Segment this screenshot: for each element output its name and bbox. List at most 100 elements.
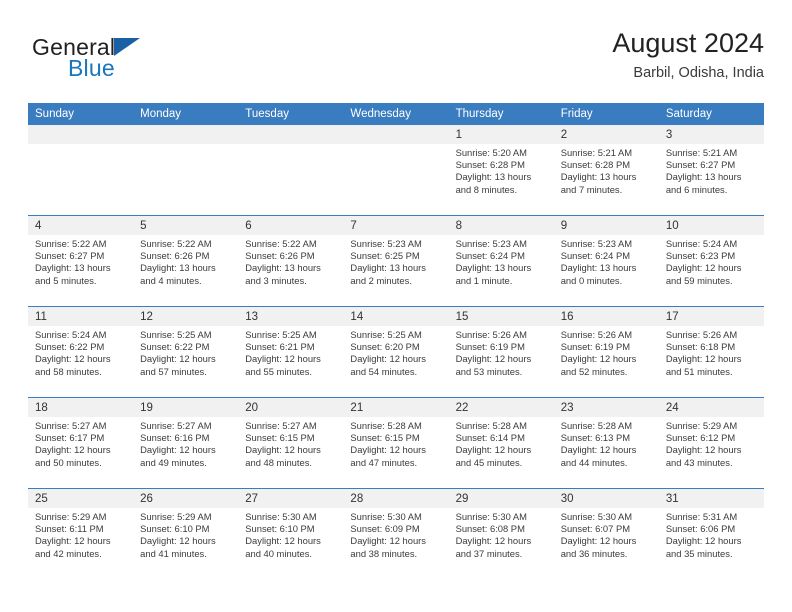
calendar-day-cell[interactable]: 7 Sunrise: 5:23 AM Sunset: 6:25 PM Daylight… (343, 215, 449, 307)
day-detail-line: Daylight: 13 hours (245, 262, 321, 274)
calendar-day-cell[interactable]: 31 Sunrise: 5:31 AM Sunset: 6:06 PM Dayligh… (658, 488, 764, 579)
day-detail-line: Sunrise: 5:26 AM (455, 329, 527, 340)
calendar-day-cell[interactable]: 30 Sunrise: 5:30 AM Sunset: 6:07 PM Dayligh… (553, 488, 659, 579)
day-number: 10 (658, 216, 764, 235)
calendar-day-cell[interactable]: 8 Sunrise: 5:23 AM Sunset: 6:24 PM Daylight… (448, 215, 554, 307)
calendar-week-row: 18 Sunrise: 5:27 AM Sunset: 6:17 PM Dayligh… (28, 397, 764, 489)
day-detail-line: Sunrise: 5:26 AM (665, 329, 738, 340)
day-number: 23 (553, 398, 659, 417)
calendar-day-cell[interactable]: 1 Sunrise: 5:20 AM Sunset: 6:28 PM Daylight… (448, 125, 554, 216)
weekday-header-friday: Friday (553, 103, 659, 125)
day-detail-line: and 41 minutes. (140, 547, 207, 559)
calendar-day-cell[interactable]: 15 Sunrise: 5:26 AM Sunset: 6:19 PM Dayligh… (448, 306, 554, 398)
calendar-day-cell[interactable]: 3 Sunrise: 5:21 AM Sunset: 6:27 PM Daylight… (658, 125, 764, 216)
day-detail-line: and 3 minutes. (245, 274, 307, 286)
day-details: Sunrise: 5:29 AM Sunset: 6:11 PM Daylight:… (28, 508, 133, 560)
day-detail-line: and 5 minutes. (35, 274, 97, 286)
day-detail-line: Daylight: 13 hours (560, 262, 637, 274)
day-detail-line: Sunrise: 5:29 AM (140, 511, 212, 522)
day-detail-line: Sunrise: 5:30 AM (455, 511, 527, 522)
day-detail-line: Sunrise: 5:30 AM (350, 511, 422, 522)
day-number: 26 (133, 489, 239, 508)
day-detail-line: and 55 minutes. (245, 365, 312, 377)
calendar-day-cell[interactable]: 5 Sunrise: 5:22 AM Sunset: 6:26 PM Daylight… (133, 215, 239, 307)
day-detail-line: Sunset: 6:25 PM (350, 250, 420, 262)
calendar-day-cell[interactable]: 9 Sunrise: 5:23 AM Sunset: 6:24 PM Daylight… (553, 215, 659, 307)
day-detail-line: Sunrise: 5:23 AM (455, 238, 527, 249)
calendar-day-cell[interactable]: 29 Sunrise: 5:30 AM Sunset: 6:08 PM Dayligh… (448, 488, 554, 579)
calendar-day-cell-empty (343, 125, 449, 216)
title-block: August 2024 Barbil, Odisha, India (612, 26, 764, 84)
day-number: 1 (448, 125, 554, 144)
day-number: 17 (658, 307, 764, 326)
calendar-day-cell[interactable]: 17 Sunrise: 5:26 AM Sunset: 6:18 PM Dayligh… (658, 306, 764, 398)
calendar-day-cell[interactable]: 21 Sunrise: 5:28 AM Sunset: 6:15 PM Dayligh… (343, 397, 449, 489)
calendar-day-cell[interactable]: 13 Sunrise: 5:25 AM Sunset: 6:21 PM Dayligh… (238, 306, 344, 398)
day-details: Sunrise: 5:28 AM Sunset: 6:13 PM Daylight:… (554, 417, 659, 469)
day-details: Sunrise: 5:22 AM Sunset: 6:27 PM Daylight:… (28, 235, 133, 287)
calendar-day-cell[interactable]: 18 Sunrise: 5:27 AM Sunset: 6:17 PM Dayligh… (28, 397, 134, 489)
day-detail-line: and 49 minutes. (140, 456, 207, 468)
day-cell-inner: 8 Sunrise: 5:23 AM Sunset: 6:24 PM Daylight… (448, 216, 554, 306)
day-details: Sunrise: 5:27 AM Sunset: 6:16 PM Daylight:… (133, 417, 238, 469)
day-detail-line: Sunrise: 5:22 AM (140, 238, 212, 249)
day-number: 15 (448, 307, 554, 326)
calendar-week-row: 4 Sunrise: 5:22 AM Sunset: 6:27 PM Daylight… (28, 215, 764, 307)
day-detail-line: Daylight: 12 hours (245, 353, 321, 365)
calendar-day-cell[interactable]: 22 Sunrise: 5:28 AM Sunset: 6:14 PM Dayligh… (448, 397, 554, 489)
day-number: 12 (133, 307, 239, 326)
calendar-day-cell[interactable]: 26 Sunrise: 5:29 AM Sunset: 6:10 PM Dayligh… (133, 488, 239, 579)
day-number: 4 (28, 216, 134, 235)
day-detail-line: Daylight: 12 hours (140, 353, 216, 365)
day-number: 31 (658, 489, 764, 508)
calendar-day-cell[interactable]: 12 Sunrise: 5:25 AM Sunset: 6:22 PM Dayligh… (133, 306, 239, 398)
calendar-day-cell[interactable]: 6 Sunrise: 5:22 AM Sunset: 6:26 PM Daylight… (238, 215, 344, 307)
calendar-day-cell[interactable]: 14 Sunrise: 5:25 AM Sunset: 6:20 PM Dayligh… (343, 306, 449, 398)
day-cell-inner: 30 Sunrise: 5:30 AM Sunset: 6:07 PM Dayligh… (553, 489, 659, 579)
day-number (133, 125, 239, 144)
calendar-week-row: 25 Sunrise: 5:29 AM Sunset: 6:11 PM Dayligh… (28, 488, 764, 579)
day-detail-line: Sunset: 6:19 PM (560, 341, 631, 353)
day-detail-line: Sunrise: 5:28 AM (560, 420, 633, 431)
day-detail-line: and 4 minutes. (140, 274, 202, 286)
day-number (343, 125, 449, 144)
day-detail-line: and 7 minutes. (560, 183, 623, 195)
day-detail-line: Daylight: 12 hours (245, 535, 321, 547)
day-detail-line: Daylight: 13 hours (455, 171, 532, 183)
day-detail-line: Daylight: 12 hours (665, 535, 742, 547)
brand-logo[interactable]: General Blue (32, 34, 242, 90)
calendar-day-cell[interactable]: 16 Sunrise: 5:26 AM Sunset: 6:19 PM Dayligh… (553, 306, 659, 398)
calendar-day-cell[interactable]: 27 Sunrise: 5:30 AM Sunset: 6:10 PM Dayligh… (238, 488, 344, 579)
calendar-day-cell[interactable]: 11 Sunrise: 5:24 AM Sunset: 6:22 PM Dayligh… (28, 306, 134, 398)
calendar-grid: Sunday Monday Tuesday Wednesday Thursday… (28, 103, 764, 579)
day-detail-line: Daylight: 12 hours (140, 535, 216, 547)
day-detail-line: Sunset: 6:24 PM (560, 250, 631, 262)
day-detail-line: Daylight: 12 hours (350, 535, 426, 547)
day-detail-line: and 36 minutes. (560, 547, 628, 559)
day-detail-line: and 38 minutes. (350, 547, 418, 559)
day-number: 19 (133, 398, 239, 417)
brand-name-blue: Blue (68, 55, 115, 81)
day-number: 8 (448, 216, 554, 235)
calendar-day-cell[interactable]: 20 Sunrise: 5:27 AM Sunset: 6:15 PM Dayligh… (238, 397, 344, 489)
calendar-day-cell[interactable]: 19 Sunrise: 5:27 AM Sunset: 6:16 PM Dayligh… (133, 397, 239, 489)
day-cell-inner (28, 125, 134, 215)
calendar-day-cell[interactable]: 28 Sunrise: 5:30 AM Sunset: 6:09 PM Dayligh… (343, 488, 449, 579)
calendar-day-cell[interactable]: 25 Sunrise: 5:29 AM Sunset: 6:11 PM Dayligh… (28, 488, 134, 579)
day-detail-line: and 37 minutes. (455, 547, 523, 559)
calendar-day-cell[interactable]: 2 Sunrise: 5:21 AM Sunset: 6:28 PM Daylight… (553, 125, 659, 216)
day-detail-line: and 45 minutes. (455, 456, 523, 468)
day-detail-line: Sunset: 6:14 PM (455, 432, 525, 444)
weekday-header-wednesday: Wednesday (343, 103, 449, 125)
day-detail-line: Sunrise: 5:27 AM (140, 420, 212, 431)
calendar-day-cell[interactable]: 23 Sunrise: 5:28 AM Sunset: 6:13 PM Dayligh… (553, 397, 659, 489)
calendar-day-cell[interactable]: 4 Sunrise: 5:22 AM Sunset: 6:27 PM Daylight… (28, 215, 134, 307)
day-detail-line: and 44 minutes. (560, 456, 628, 468)
day-detail-line: Sunrise: 5:27 AM (35, 420, 107, 431)
day-detail-line: Sunrise: 5:29 AM (35, 511, 107, 522)
day-cell-inner: 12 Sunrise: 5:25 AM Sunset: 6:22 PM Dayligh… (133, 307, 239, 397)
day-detail-line: Daylight: 12 hours (665, 353, 742, 365)
day-number: 29 (448, 489, 554, 508)
calendar-day-cell[interactable]: 24 Sunrise: 5:29 AM Sunset: 6:12 PM Dayligh… (658, 397, 764, 489)
calendar-day-cell[interactable]: 10 Sunrise: 5:24 AM Sunset: 6:23 PM Dayligh… (658, 215, 764, 307)
